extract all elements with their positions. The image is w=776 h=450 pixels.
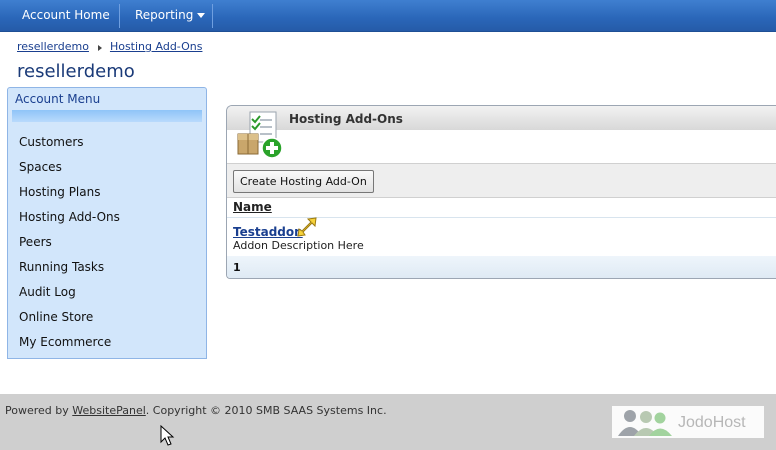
pager-current-page[interactable]: 1 bbox=[233, 261, 241, 274]
websitepanel-link[interactable]: WebsitePanel bbox=[72, 404, 146, 417]
sidebar-item-my-ecommerce[interactable]: My Ecommerce bbox=[19, 335, 111, 349]
hosting-addons-panel: Hosting Add-Ons Create Hosting Add-On Na… bbox=[226, 105, 776, 279]
panel-header: Hosting Add-Ons bbox=[227, 106, 776, 130]
footer-powered-by: Powered by bbox=[5, 404, 73, 417]
mouse-cursor-icon bbox=[160, 425, 175, 446]
top-navigation: Account Home Reporting bbox=[0, 0, 776, 32]
addon-description: Addon Description Here bbox=[233, 239, 364, 252]
chevron-down-icon[interactable] bbox=[197, 13, 205, 18]
sidebar-item-spaces[interactable]: Spaces bbox=[19, 160, 62, 174]
account-menu-bar bbox=[12, 110, 202, 122]
breadcrumb-current-link[interactable]: Hosting Add-Ons bbox=[110, 40, 203, 53]
sidebar-item-running-tasks[interactable]: Running Tasks bbox=[19, 260, 104, 274]
panel-title: Hosting Add-Ons bbox=[289, 112, 403, 126]
nav-separator bbox=[119, 4, 120, 28]
footer-text: Powered by WebsitePanel. Copyright © 201… bbox=[5, 404, 387, 417]
sidebar-item-hosting-plans[interactable]: Hosting Plans bbox=[19, 185, 100, 199]
page-footer: Powered by WebsitePanel. Copyright © 201… bbox=[0, 394, 776, 450]
nav-reporting[interactable]: Reporting bbox=[135, 0, 193, 31]
nav-separator bbox=[212, 4, 213, 28]
sidebar-item-audit-log[interactable]: Audit Log bbox=[19, 285, 76, 299]
nav-account-home[interactable]: Account Home bbox=[22, 0, 110, 31]
account-menu-title: Account Menu bbox=[15, 92, 101, 106]
table-row: Testaddon Addon Description Here bbox=[227, 217, 776, 259]
sidebar-item-hosting-add-ons[interactable]: Hosting Add-Ons bbox=[19, 210, 120, 224]
page-title: resellerdemo bbox=[17, 61, 135, 82]
breadcrumb-root-link[interactable]: resellerdemo bbox=[17, 40, 89, 53]
arrow-pointer-icon bbox=[297, 217, 317, 237]
column-header-name[interactable]: Name bbox=[233, 200, 272, 214]
people-icon bbox=[618, 410, 672, 436]
jodohost-logo: JodoHost bbox=[612, 406, 764, 438]
sidebar-item-peers[interactable]: Peers bbox=[19, 235, 52, 249]
addon-package-icon bbox=[237, 111, 283, 159]
footer-copyright: . Copyright © 2010 SMB SAAS Systems Inc. bbox=[145, 404, 387, 417]
account-menu: Account Menu Customers Spaces Hosting Pl… bbox=[7, 87, 207, 359]
sidebar-item-customers[interactable]: Customers bbox=[19, 135, 84, 149]
sidebar-item-online-store[interactable]: Online Store bbox=[19, 310, 93, 324]
panel-toolbar: Create Hosting Add-On bbox=[227, 163, 776, 198]
breadcrumb: resellerdemo Hosting Add-Ons bbox=[17, 40, 202, 53]
create-hosting-addon-button[interactable]: Create Hosting Add-On bbox=[233, 170, 374, 193]
breadcrumb-arrow-icon bbox=[97, 45, 102, 51]
addon-name-link[interactable]: Testaddon bbox=[233, 225, 303, 239]
logo-text: JodoHost bbox=[678, 414, 746, 431]
pager: 1 bbox=[227, 256, 776, 278]
